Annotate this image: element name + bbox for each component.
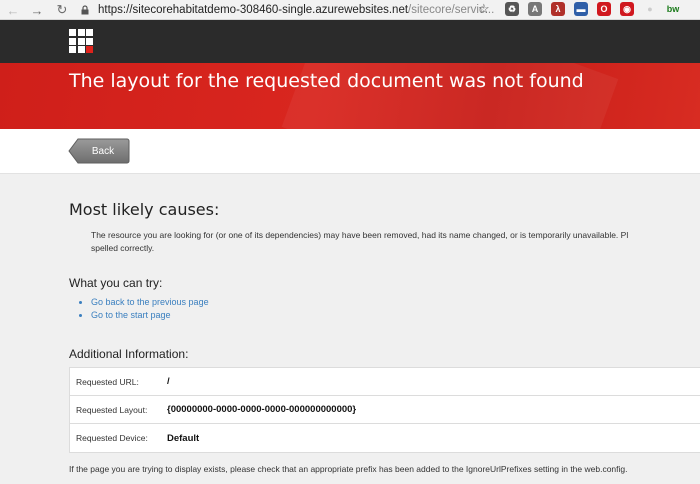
info-table: Requested URL: / Requested Layout: {0000… (69, 367, 700, 453)
ring-icon[interactable]: ◉ (620, 2, 634, 16)
browser-toolbar: ← → ↻ https://sitecorehabitatdemo-308460… (0, 0, 700, 20)
causes-list: The resource you are looking for (or one… (91, 229, 700, 255)
site-header (0, 20, 700, 63)
list-item: The resource you are looking for (or one… (91, 229, 700, 255)
arrow-left-icon[interactable]: ← (4, 1, 22, 19)
info-value: Default (167, 432, 200, 444)
list-item: Go back to the previous page (91, 296, 209, 309)
lock-icon (80, 4, 90, 15)
circle-icon[interactable]: ● (643, 2, 657, 16)
opera-icon[interactable]: O (597, 2, 611, 16)
table-row: Requested Layout: {00000000-0000-0000-00… (70, 396, 700, 424)
reload-icon[interactable]: ↻ (53, 1, 71, 19)
info-value: / (167, 376, 170, 387)
extension-icons: ♻ Aλ ▬ O ◉ ● bw (505, 2, 680, 16)
sitecore-logo-icon (69, 29, 93, 53)
go-back-link[interactable]: Go back to the previous page (91, 297, 209, 307)
screen-icon[interactable]: ▬ (574, 2, 588, 16)
cause-text-cont: spelled correctly. (91, 243, 155, 253)
table-row: Requested URL: / (70, 368, 700, 396)
main-content: Most likely causes: The resource you are… (69, 200, 700, 361)
list-item: Go to the start page (91, 309, 209, 322)
url-host: https://sitecorehabitatdemo-308460-singl… (98, 3, 409, 16)
back-button-label: Back (91, 145, 115, 157)
info-key: Requested Device: (76, 433, 148, 443)
error-banner: The layout for the requested document wa… (0, 63, 700, 129)
info-heading: Additional Information: (69, 347, 189, 361)
star-icon[interactable]: ☆ (478, 1, 490, 17)
footer-note: If the page you are trying to display ex… (69, 464, 628, 474)
go-start-link[interactable]: Go to the start page (91, 310, 171, 320)
info-key: Requested Layout: (76, 404, 148, 415)
try-heading: What you can try: (69, 276, 163, 290)
table-row: Requested Device: Default (70, 424, 700, 452)
page-title: The layout for the requested document wa… (69, 70, 584, 92)
address-bar[interactable]: https://sitecorehabitatdemo-308460-singl… (80, 1, 495, 18)
bw-icon[interactable]: bw (666, 2, 680, 16)
info-key: Requested URL: (76, 376, 139, 387)
acrobat-icon[interactable]: λ (551, 2, 565, 16)
causes-heading: Most likely causes: (69, 200, 220, 219)
back-bar: Back (0, 129, 700, 174)
recycle-icon[interactable]: ♻ (505, 2, 519, 16)
angular-icon[interactable]: A (528, 2, 542, 16)
try-list: Go back to the previous page Go to the s… (91, 296, 209, 322)
arrow-right-icon[interactable]: → (28, 1, 46, 19)
info-value: {00000000-0000-0000-0000-000000000000} (167, 404, 357, 415)
cause-text: The resource you are looking for (or one… (91, 230, 629, 240)
back-button[interactable]: Back (68, 138, 130, 164)
